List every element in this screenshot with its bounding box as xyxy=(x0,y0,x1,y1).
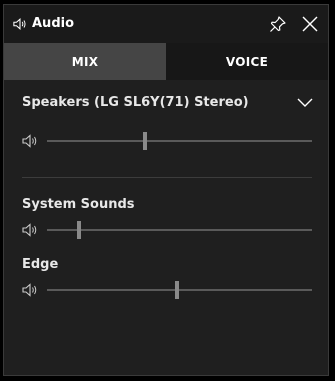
volume-icon xyxy=(22,223,37,237)
volume-icon xyxy=(22,134,37,148)
pin-icon[interactable] xyxy=(268,14,288,34)
close-icon[interactable] xyxy=(300,14,320,34)
speaker-icon xyxy=(13,18,26,30)
tab-mix[interactable]: MIX xyxy=(4,43,166,80)
output-device-selector[interactable]: Speakers (LG SL6Y(71) Stereo) xyxy=(22,95,314,115)
slider-thumb[interactable] xyxy=(143,132,148,150)
title-bar: Audio xyxy=(4,5,328,43)
slider-track[interactable] xyxy=(47,221,312,239)
app-label-edge: Edge xyxy=(22,257,59,272)
app-label-system-sounds: System Sounds xyxy=(22,197,135,212)
divider xyxy=(22,177,312,178)
edge-volume-slider[interactable] xyxy=(22,280,312,300)
tab-mix-label: MIX xyxy=(71,54,99,69)
slider-thumb[interactable] xyxy=(174,281,179,299)
tab-voice[interactable]: VOICE xyxy=(166,43,328,80)
slider-thumb[interactable] xyxy=(76,221,81,239)
device-name: Speakers (LG SL6Y(71) Stereo) xyxy=(22,95,249,110)
tab-voice-label: VOICE xyxy=(225,54,269,69)
chevron-down-icon[interactable] xyxy=(296,95,314,109)
slider-track[interactable] xyxy=(47,281,312,299)
volume-icon xyxy=(22,283,37,297)
system-sounds-volume-slider[interactable] xyxy=(22,220,312,240)
slider-track[interactable] xyxy=(47,132,312,150)
window-title: Audio xyxy=(32,16,75,31)
device-volume-slider[interactable] xyxy=(22,131,312,151)
tab-bar: MIX VOICE xyxy=(4,43,328,80)
audio-panel: Audio MIX VOICE Speakers (LG SL6Y(71) St… xyxy=(3,4,329,376)
